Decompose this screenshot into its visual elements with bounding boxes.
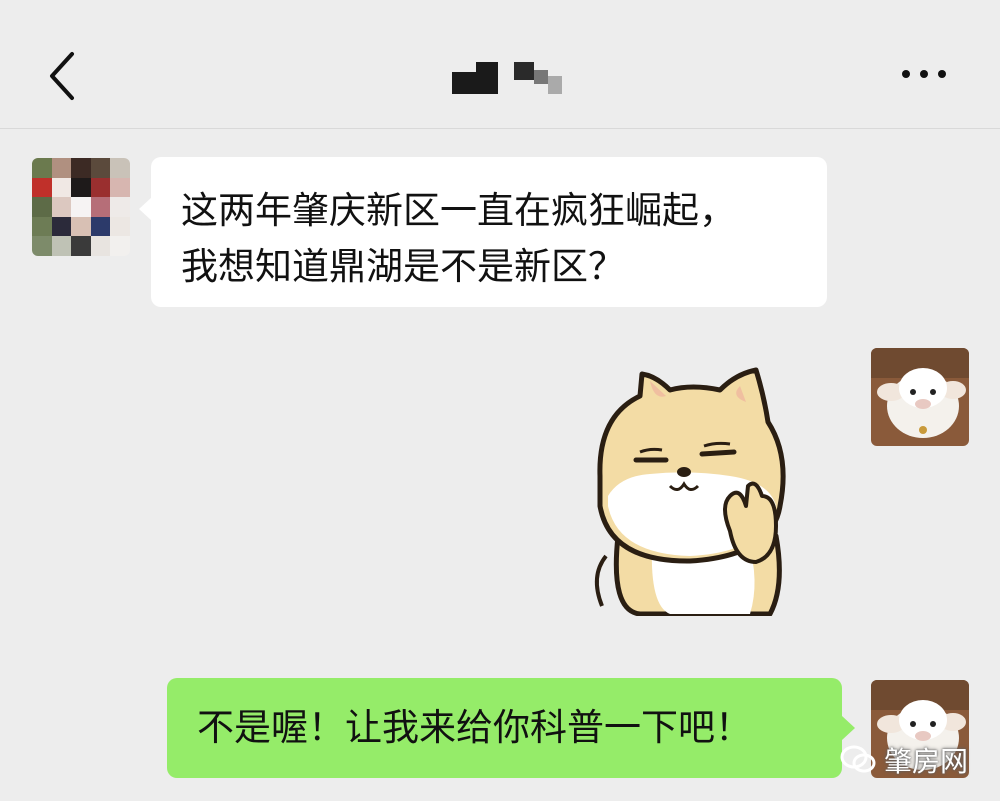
outgoing-message-bubble[interactable]: 不是喔！让我来给你科普一下吧！: [167, 678, 855, 778]
wechat-watermark: 肇房网: [840, 740, 968, 780]
back-button[interactable]: [38, 50, 86, 102]
pixelated-avatar-image: [32, 158, 130, 256]
wechat-logo-icon: [840, 745, 876, 773]
chat-header: [0, 0, 1000, 129]
my-avatar[interactable]: [871, 348, 969, 446]
message-text: 不是喔！让我来给你科普一下吧！: [197, 706, 752, 749]
incoming-message-bubble[interactable]: 这两年肇庆新区一直在疯狂崛起， 我想知道鼎湖是不是新区？: [139, 157, 827, 307]
shiba-dog-thinking-sticker[interactable]: [580, 356, 800, 616]
watermark-text: 肇房网: [883, 745, 968, 778]
contact-avatar[interactable]: [32, 158, 130, 256]
chevron-left-icon: [50, 52, 74, 100]
message-text: 这两年肇庆新区一直在疯狂崛起， 我想知道鼎湖是不是新区？: [181, 189, 736, 288]
sheep-avatar-image: [871, 348, 969, 446]
more-options-button[interactable]: [898, 64, 950, 84]
more-dots-icon: [902, 70, 910, 78]
